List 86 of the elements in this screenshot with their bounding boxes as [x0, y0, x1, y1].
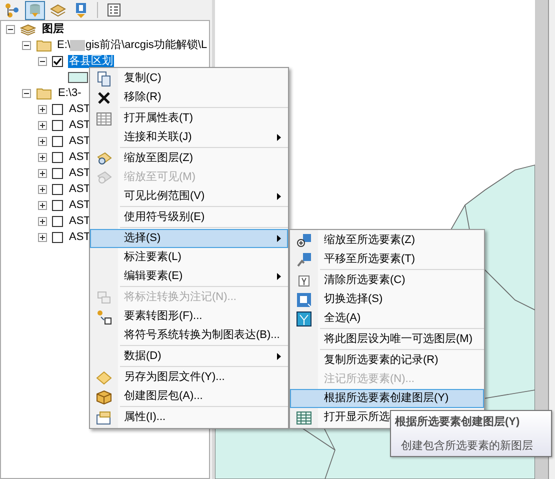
menu-item[interactable]: 复制所选要素的记录(R): [290, 351, 484, 370]
scrollbar[interactable]: [535, 0, 548, 479]
menu-item[interactable]: 连接和关联(J): [90, 128, 288, 147]
tooltip-title: 根据所选要素创建图层(Y): [394, 414, 521, 430]
menu-item[interactable]: 平移至所选要素(T): [290, 250, 484, 269]
menu-item[interactable]: 根据所选要素创建图层(Y): [290, 389, 484, 408]
layer-name[interactable]: AST: [68, 150, 92, 164]
layer-name[interactable]: AST: [68, 198, 92, 212]
layer-select-icon: [73, 2, 89, 18]
tree-toggle[interactable]: [38, 200, 47, 210]
tree-toggle[interactable]: [38, 104, 47, 114]
checkbox[interactable]: [52, 184, 63, 194]
checkbox[interactable]: [52, 200, 63, 210]
tree-toggle[interactable]: [6, 24, 15, 34]
menu-item[interactable]: 切换选择(S): [290, 290, 484, 309]
layer-name[interactable]: AST: [68, 214, 92, 228]
menu-item[interactable]: 选择(S): [90, 229, 288, 248]
tree-toggle[interactable]: [38, 232, 47, 242]
tree-toggle[interactable]: [38, 120, 47, 130]
pan-selected-icon: [296, 252, 312, 268]
checkbox[interactable]: [52, 152, 63, 162]
select-all-icon: [296, 310, 312, 326]
database-icon: [27, 2, 43, 18]
menu-item[interactable]: 数据(D): [90, 347, 288, 366]
menu-item[interactable]: 缩放至图层(Z): [90, 149, 288, 168]
path-label[interactable]: E:\: [57, 36, 70, 54]
menu-item[interactable]: 属性(I)...: [90, 408, 288, 427]
layer-name[interactable]: AST: [68, 118, 92, 132]
layer-name[interactable]: AST: [68, 102, 92, 116]
tree-icon: [4, 2, 20, 18]
tree-toggle[interactable]: [38, 136, 47, 146]
menu-item[interactable]: 创建图层包(A)...: [90, 387, 288, 406]
menu-item[interactable]: 标注要素(L): [90, 248, 288, 267]
tree-toggle[interactable]: [22, 40, 31, 50]
copy-icon: [96, 70, 112, 86]
tree-toggle[interactable]: [38, 56, 47, 66]
menu-item[interactable]: 要素转图形(F)...: [90, 307, 288, 326]
legend-swatch: [68, 72, 88, 82]
zoom-visible-icon: [96, 170, 112, 186]
tree-toggle[interactable]: [38, 216, 47, 226]
tree-toggle[interactable]: [38, 168, 47, 178]
layer-name[interactable]: AST: [68, 134, 92, 148]
tree-toggle[interactable]: [22, 88, 31, 98]
layer-name[interactable]: AST: [68, 230, 92, 244]
checkbox[interactable]: [52, 216, 63, 226]
zoom-selected-icon: [296, 232, 312, 248]
menu-item[interactable]: 将符号系统转换为制图表达(B)...: [90, 326, 288, 345]
path-label[interactable]: E:\3-: [57, 86, 82, 100]
package-icon: [96, 388, 112, 404]
layer-name[interactable]: AST: [68, 166, 92, 180]
menu-item[interactable]: 清除所选要素(C): [290, 271, 484, 290]
switch-selection-icon: [296, 292, 312, 308]
layers-icon: [50, 2, 66, 18]
tree-toggle[interactable]: [38, 184, 47, 194]
layer-file-icon: [96, 370, 112, 386]
path-label[interactable]: gis前沿\arcgis功能解锁\L: [85, 36, 208, 54]
table-icon: [296, 410, 312, 426]
checkbox[interactable]: [52, 120, 63, 130]
menu-item[interactable]: 使用符号级别(E): [90, 208, 288, 227]
menu-item[interactable]: 打开属性表(T): [90, 109, 288, 128]
checkbox[interactable]: [52, 104, 63, 114]
tree-toggle[interactable]: [38, 152, 47, 162]
menu-item[interactable]: 全选(A): [290, 309, 484, 328]
menu-item[interactable]: 可见比例范围(V): [90, 187, 288, 206]
menu-item[interactable]: 复制(C): [90, 69, 288, 88]
convert-icon: [96, 290, 112, 306]
list-icon: [106, 2, 122, 18]
tooltip-description: 创建包含所选要素的新图层: [400, 438, 534, 454]
checkbox[interactable]: [52, 56, 63, 66]
layer-name[interactable]: AST: [68, 182, 92, 196]
checkbox[interactable]: [52, 168, 63, 178]
menu-item[interactable]: 缩放至所选要素(Z): [290, 231, 484, 250]
feature-to-graphic-icon: [96, 308, 112, 324]
table-icon: [96, 110, 112, 126]
properties-icon: [96, 410, 112, 426]
layer-name[interactable]: 各县区划: [68, 54, 114, 68]
menu-item[interactable]: 将此图层设为唯一可选图层(M): [290, 330, 484, 349]
menu-item[interactable]: 移除(R): [90, 88, 288, 107]
menu-item[interactable]: 另存为图层文件(Y)...: [90, 368, 288, 387]
checkbox[interactable]: [52, 232, 63, 242]
layers-label[interactable]: 图层: [41, 22, 65, 36]
clear-selection-icon: [296, 272, 312, 288]
menu-item[interactable]: 编辑要素(E): [90, 267, 288, 286]
zoom-layer-icon: [96, 150, 112, 166]
close-icon: [96, 90, 112, 106]
checkbox[interactable]: [52, 136, 63, 146]
